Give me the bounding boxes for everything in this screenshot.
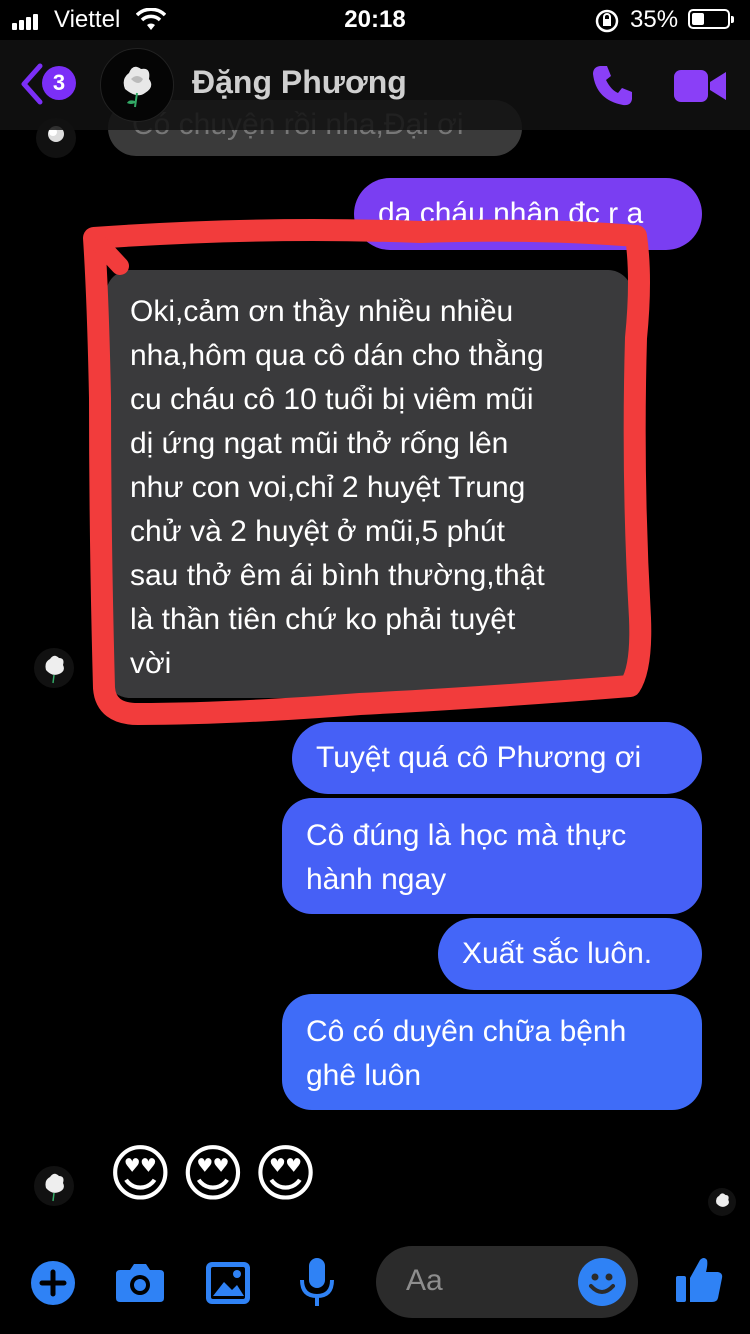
thumbs-up-icon[interactable]	[674, 1254, 724, 1311]
contact-name[interactable]: Đặng Phương	[192, 64, 407, 101]
message-composer[interactable]: Aa	[376, 1246, 638, 1318]
phone-icon[interactable]	[590, 62, 636, 113]
back-chevron-icon[interactable]	[18, 62, 44, 111]
read-receipt-avatar	[708, 1188, 736, 1216]
contact-avatar-small	[34, 1166, 74, 1206]
message-bubble-me: Tuyệt quá cô Phương ơi	[292, 722, 702, 794]
video-camera-icon[interactable]	[672, 66, 728, 111]
gallery-icon[interactable]	[204, 1260, 252, 1311]
message-bubble-me: Cô có duyên chữa bệnh ghê luôn	[282, 994, 702, 1110]
message-bubble-me: Cô đúng là học mà thực hành ngay	[282, 798, 702, 914]
battery-icon	[688, 9, 734, 29]
contact-avatar[interactable]	[100, 48, 174, 122]
microphone-icon[interactable]	[298, 1256, 336, 1313]
plus-icon[interactable]	[30, 1260, 76, 1311]
unread-count-badge[interactable]: 3	[42, 66, 76, 100]
status-bar: Viettel 20:18 35%	[0, 0, 750, 40]
battery-percent: 35%	[630, 6, 679, 33]
message-bubble-me: Xuất sắc luôn.	[438, 918, 702, 990]
composer-placeholder: Aa	[406, 1264, 443, 1297]
camera-icon[interactable]	[114, 1262, 166, 1309]
red-highlight-annotation	[83, 219, 652, 725]
emoji-message: 😍😍😍	[108, 1140, 326, 1209]
smile-icon[interactable]	[578, 1258, 626, 1306]
orientation-lock-icon	[594, 8, 620, 39]
